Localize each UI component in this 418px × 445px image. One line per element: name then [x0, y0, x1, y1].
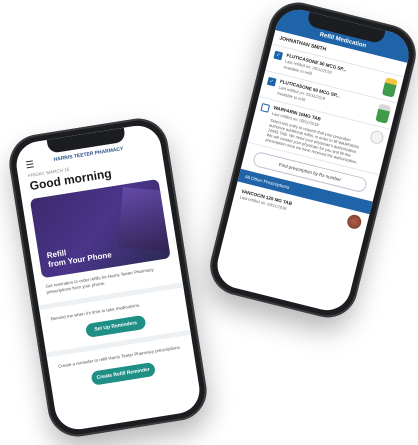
phone-screen: HARRIS TEETER PHARMACY FRIDAY, MARCH 15 … [13, 122, 203, 433]
checkbox-icon[interactable]: ✓ [266, 76, 277, 87]
medication-image [345, 213, 363, 231]
phone-screen: Refill Medication JOHNATHAN SMITH ✓ FLUT… [212, 4, 414, 316]
promo-card-title: Refill from Your Phone [46, 248, 113, 270]
menu-icon[interactable] [25, 160, 34, 169]
create-refill-reminder-button[interactable]: Create Refill Reminder [90, 361, 156, 386]
phone-refill-medication: Refill Medication JOHNATHAN SMITH ✓ FLUT… [203, 0, 418, 324]
set-up-reminders-button[interactable]: Set Up Reminders [85, 314, 147, 338]
checkbox-icon[interactable] [260, 103, 271, 113]
inhaler-image [381, 77, 398, 98]
pill-image [369, 129, 385, 146]
marketing-scene: Refill Medication JOHNATHAN SMITH ✓ FLUT… [0, 0, 418, 445]
phone-home: HARRIS TEETER PHARMACY FRIDAY, MARCH 15 … [5, 114, 211, 441]
promo-card[interactable]: Refill from Your Phone [29, 178, 171, 279]
inhaler-image [375, 103, 392, 124]
checkbox-icon[interactable]: ✓ [273, 50, 284, 61]
